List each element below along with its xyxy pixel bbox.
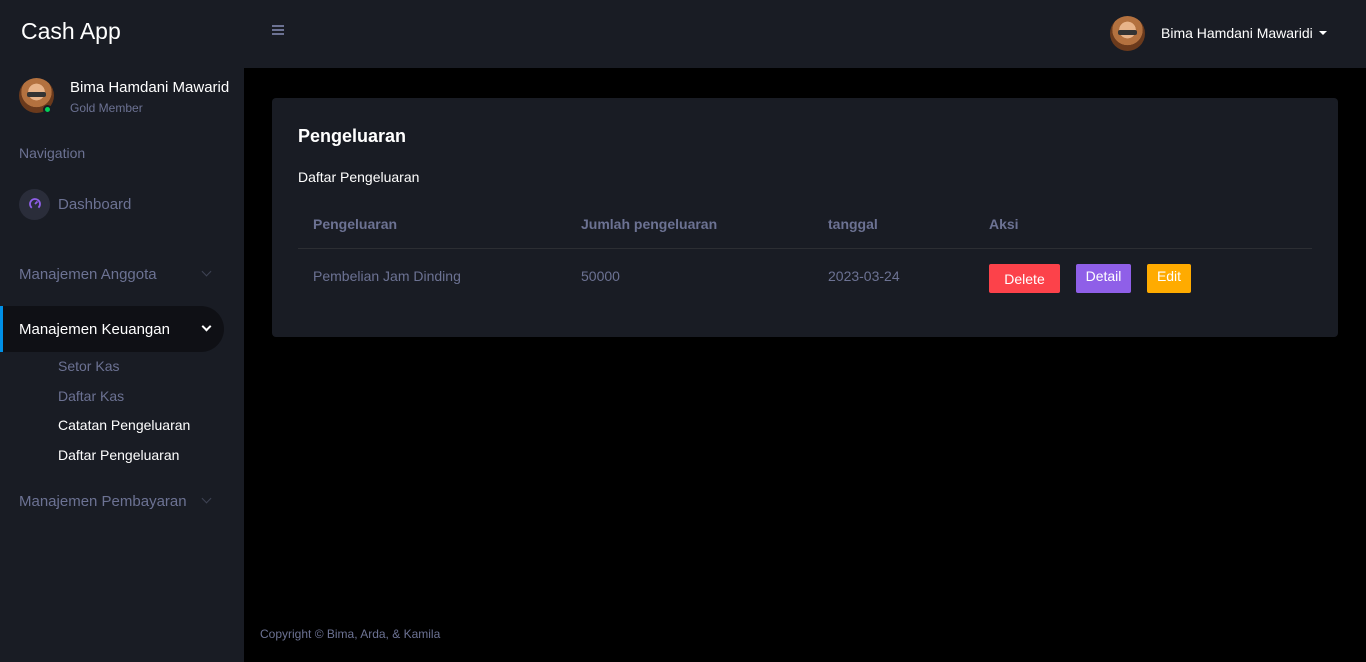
sidebar-item-label: Manajemen Anggota bbox=[19, 265, 157, 283]
hamburger-menu-icon[interactable] bbox=[272, 25, 284, 39]
cell-tanggal: 2023-03-24 bbox=[828, 268, 900, 284]
chevron-down-icon bbox=[201, 266, 212, 277]
column-header-aksi: Aksi bbox=[989, 216, 1019, 232]
avatar bbox=[1110, 15, 1145, 51]
column-header-jumlah: Jumlah pengeluaran bbox=[581, 216, 718, 232]
expense-card: Pengeluaran Daftar Pengeluaran Pengeluar… bbox=[272, 98, 1338, 337]
profile-role: Gold Member bbox=[70, 101, 143, 115]
nav-category: Navigation bbox=[19, 145, 86, 161]
subitem-catatan-pengeluaran[interactable]: Catatan Pengeluaran bbox=[58, 417, 190, 433]
chevron-down-icon bbox=[201, 493, 212, 504]
card-title: Pengeluaran bbox=[298, 126, 407, 146]
user-dropdown[interactable]: Bima Hamdani Mawaridi bbox=[1110, 15, 1327, 51]
table-divider bbox=[298, 248, 1312, 249]
sidebar-item-label: Manajemen Pembayaran bbox=[19, 492, 187, 510]
speedometer-icon bbox=[19, 188, 50, 220]
cell-jumlah: 50000 bbox=[581, 268, 620, 284]
subitem-daftar-kas[interactable]: Daftar Kas bbox=[58, 388, 124, 404]
user-name: Bima Hamdani Mawaridi bbox=[1161, 25, 1313, 41]
sidebar-item-manajemen-anggota[interactable]: Manajemen Anggota bbox=[0, 251, 224, 297]
column-header-pengeluaran: Pengeluaran bbox=[313, 216, 398, 232]
sidebar-item-manajemen-keuangan[interactable]: Manajemen Keuangan bbox=[0, 306, 224, 352]
brand-logo[interactable]: Cash App bbox=[21, 18, 121, 45]
subitem-setor-kas[interactable]: Setor Kas bbox=[58, 358, 119, 374]
subitem-daftar-pengeluaran[interactable]: Daftar Pengeluaran bbox=[58, 447, 179, 463]
card-description: Daftar Pengeluaran bbox=[298, 169, 420, 185]
delete-button[interactable]: Delete bbox=[989, 264, 1060, 293]
sidebar-item-label: Manajemen Keuangan bbox=[19, 320, 170, 338]
profile-name: Bima Hamdani Mawarid bbox=[70, 79, 230, 96]
chevron-down-icon bbox=[201, 321, 212, 332]
sidebar-profile: Bima Hamdani Mawarid Gold Member bbox=[19, 78, 244, 118]
cell-pengeluaran: Pembelian Jam Dinding bbox=[313, 268, 461, 284]
sidebar-item-label: Dashboard bbox=[58, 195, 132, 213]
topbar: Bima Hamdani Mawaridi bbox=[244, 0, 1366, 68]
footer-copyright: Copyright © Bima, Arda, & Kamila bbox=[260, 627, 441, 641]
online-status-icon bbox=[43, 105, 52, 114]
sidebar-item-manajemen-pembayaran[interactable]: Manajemen Pembayaran bbox=[0, 478, 224, 524]
column-header-tanggal: tanggal bbox=[828, 216, 878, 232]
edit-button[interactable]: Edit bbox=[1147, 264, 1191, 293]
detail-button[interactable]: Detail bbox=[1076, 264, 1131, 293]
caret-down-icon bbox=[1318, 31, 1327, 35]
sidebar: Cash App Bima Hamdani Mawarid Gold Membe… bbox=[0, 0, 244, 662]
sidebar-item-dashboard[interactable]: Dashboard bbox=[0, 181, 224, 227]
